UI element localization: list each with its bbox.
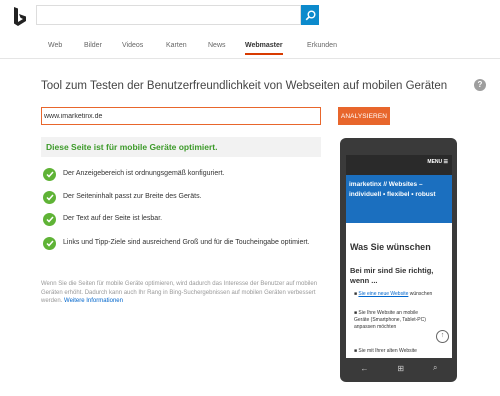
checkmark-icon [43,213,56,226]
windows-icon: ⊞ [397,363,405,373]
checkmark-icon [43,191,56,204]
info-note: Wenn Sie die Seiten für mobile Geräte op… [41,280,326,306]
scroll-up-icon[interactable]: ↑ [436,330,449,343]
check-item: Der Text auf der Seite ist lesbar. [43,213,323,226]
tab-karten[interactable]: Karten [166,42,187,49]
check-item: Der Seiteninhalt passt zur Breite des Ge… [43,191,323,204]
search-input[interactable] [36,5,301,25]
check-text: Links und Tipp-Ziele sind ausreichend Gr… [63,239,310,246]
page-title: Tool zum Testen der Benutzerfreundlichke… [41,80,448,92]
phone-heading: Was Sie wünschen [350,242,431,252]
tab-web[interactable]: Web [48,42,62,49]
check-item: Links und Tipp-Ziele sind ausreichend Gr… [43,237,323,250]
tab-bilder[interactable]: Bilder [84,42,102,49]
search-icon [305,10,315,20]
tab-videos[interactable]: Videos [122,42,143,49]
search-icon: ⌕ [433,363,438,372]
check-text: Der Seiteninhalt passt zur Breite des Ge… [63,193,202,200]
search-button[interactable] [301,5,319,25]
url-input[interactable] [41,107,321,125]
check-item: Der Anzeigebereich ist ordnungsgemäß kon… [43,168,323,181]
phone-subheading: Bei mir sind Sie richtig, wenn ... [350,266,434,285]
analyze-button[interactable]: ANALYSIEREN [338,107,390,125]
help-icon[interactable]: ? [474,79,486,91]
phone-screen: MENU ☰ imarketinx // Websites – individu… [346,155,452,358]
phone-link[interactable]: Sie eine neue Website [358,291,408,297]
phone-banner-text: imarketinx // Websites – individuell • f… [349,181,436,198]
phone-header: MENU ☰ [346,155,452,175]
phone-list-item: ■ Sie mit Ihrer alten Website [354,348,417,354]
tab-news[interactable]: News [208,42,226,49]
tab-erkunden[interactable]: Erkunden [307,42,337,49]
check-text: Der Anzeigebereich ist ordnungsgemäß kon… [63,170,225,177]
bing-logo-icon[interactable] [13,7,27,27]
check-text: Der Text auf der Seite ist lesbar. [63,215,163,222]
phone-list-item: ■ Sie Ihre Website an mobile Geräte (Sma… [354,310,426,330]
result-text: Diese Seite ist für mobile Geräte optimi… [46,142,218,152]
back-icon: ← [360,363,369,373]
tab-webmaster[interactable]: Webmaster [245,42,283,55]
more-info-link[interactable]: Weitere Informationen [64,298,123,304]
phone-menu-button[interactable]: MENU ☰ [427,159,448,165]
phone-list-item: ■ Sie eine neue Website wünschen [354,291,433,297]
phone-nav-bar: ← ⊞ ⌕ [346,361,452,375]
checkmark-icon [43,237,56,250]
nav-tabs: Web Bilder Videos Karten News Webmaster … [0,40,500,59]
checkmark-icon [43,168,56,181]
